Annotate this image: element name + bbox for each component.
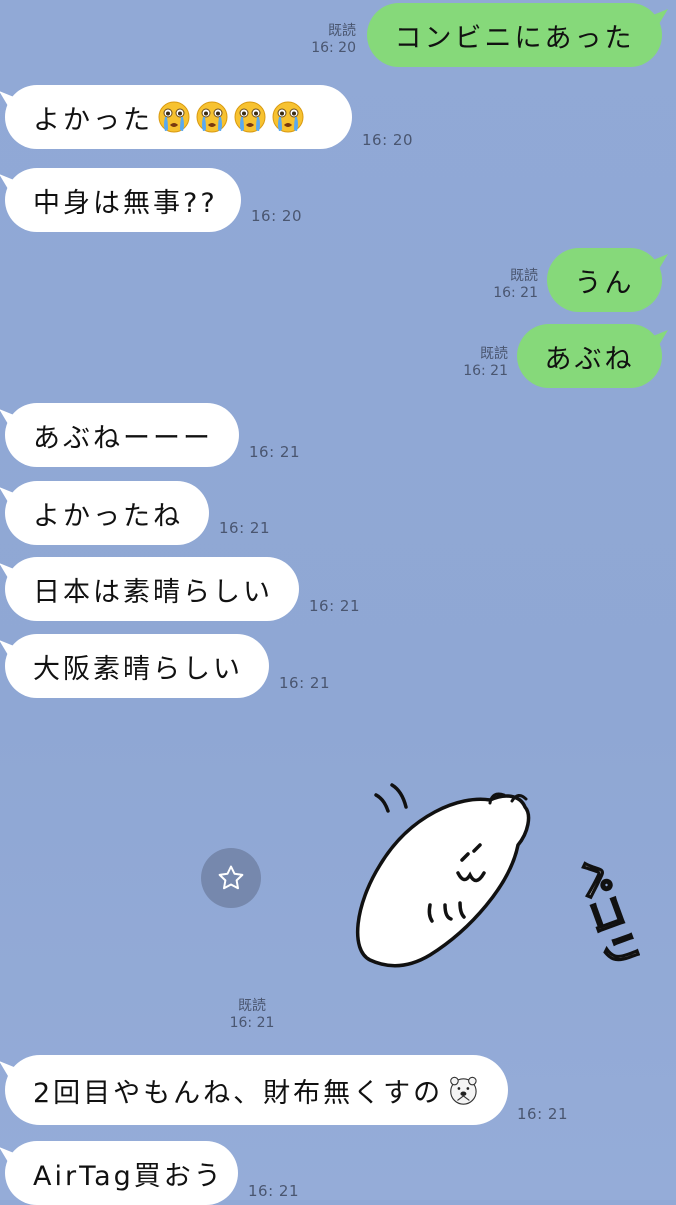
message-bubble-received[interactable]: あぶねーーー <box>5 403 239 467</box>
message-time: 16: 21 <box>493 285 538 301</box>
message-bubble-received[interactable]: 中身は無事?? <box>5 168 241 232</box>
read-status: 既読 16: 21 <box>482 268 538 302</box>
message-time: 16: 21 <box>249 443 300 461</box>
message-bubble-received[interactable]: 大阪素晴らしい <box>5 634 269 698</box>
message-time: 16: 21 <box>248 1182 299 1200</box>
bowing-ghost-sticker[interactable]: ペコリ <box>350 755 640 980</box>
message-time: 16: 20 <box>251 207 302 225</box>
message-bubble-received[interactable]: 2回目やもんね、財布無くすの <box>5 1055 508 1125</box>
message-text: コンビニにあった <box>394 22 635 54</box>
message-text: あぶねーーー <box>33 422 213 454</box>
message-time: 16: 21 <box>309 597 360 615</box>
message-time: 16: 20 <box>362 131 413 149</box>
message-bubble-received[interactable]: AirTag買おう <box>5 1141 238 1205</box>
message-text: 大阪素晴らしい <box>33 653 243 685</box>
message-bubble-received[interactable]: よかった <box>5 85 352 149</box>
read-status: 既読 16: 21 <box>220 998 284 1032</box>
crying-face-icon <box>196 101 228 133</box>
bear-bow-icon <box>450 1076 477 1105</box>
message-text: うん <box>574 267 635 299</box>
read-label: 既読 <box>238 998 266 1014</box>
favorite-star-button[interactable] <box>201 848 261 908</box>
message-text: 2回目やもんね、財布無くすの <box>33 1077 444 1109</box>
read-label: 既読 <box>480 346 508 362</box>
message-text: よかった <box>33 104 153 136</box>
crying-face-icon <box>158 101 190 133</box>
crying-face-icon <box>234 101 266 133</box>
read-status: 既読 16: 20 <box>300 23 356 57</box>
message-bubble-received[interactable]: 日本は素晴らしい <box>5 557 299 621</box>
message-time: 16: 21 <box>279 674 330 692</box>
crying-face-icon <box>272 101 304 133</box>
message-time: 16: 21 <box>219 519 270 537</box>
sticker-caption: ペコリ <box>567 853 640 975</box>
message-bubble-sent[interactable]: うん <box>547 248 662 312</box>
message-time: 16: 21 <box>517 1105 568 1123</box>
chat-area[interactable]: 既読 16: 20 コンビニにあった よかった 16: 20 中身は無事?? 1… <box>0 0 676 1205</box>
message-bubble-sent[interactable]: あぶね <box>517 324 662 388</box>
read-label: 既読 <box>328 23 356 39</box>
message-time: 16: 21 <box>229 1015 275 1031</box>
message-text: AirTag買おう <box>33 1160 224 1192</box>
message-text: 日本は素晴らしい <box>33 576 273 608</box>
message-time: 16: 21 <box>463 363 508 379</box>
emoji-group <box>153 100 305 134</box>
message-text: あぶね <box>544 343 635 375</box>
read-label: 既読 <box>510 268 538 284</box>
message-bubble-sent[interactable]: コンビニにあった <box>367 3 662 67</box>
message-bubble-received[interactable]: よかったね <box>5 481 209 545</box>
message-text: よかったね <box>33 500 183 532</box>
read-status: 既読 16: 21 <box>452 346 508 380</box>
message-text: 中身は無事?? <box>33 187 218 219</box>
message-time: 16: 20 <box>311 40 356 56</box>
star-icon <box>218 865 244 890</box>
